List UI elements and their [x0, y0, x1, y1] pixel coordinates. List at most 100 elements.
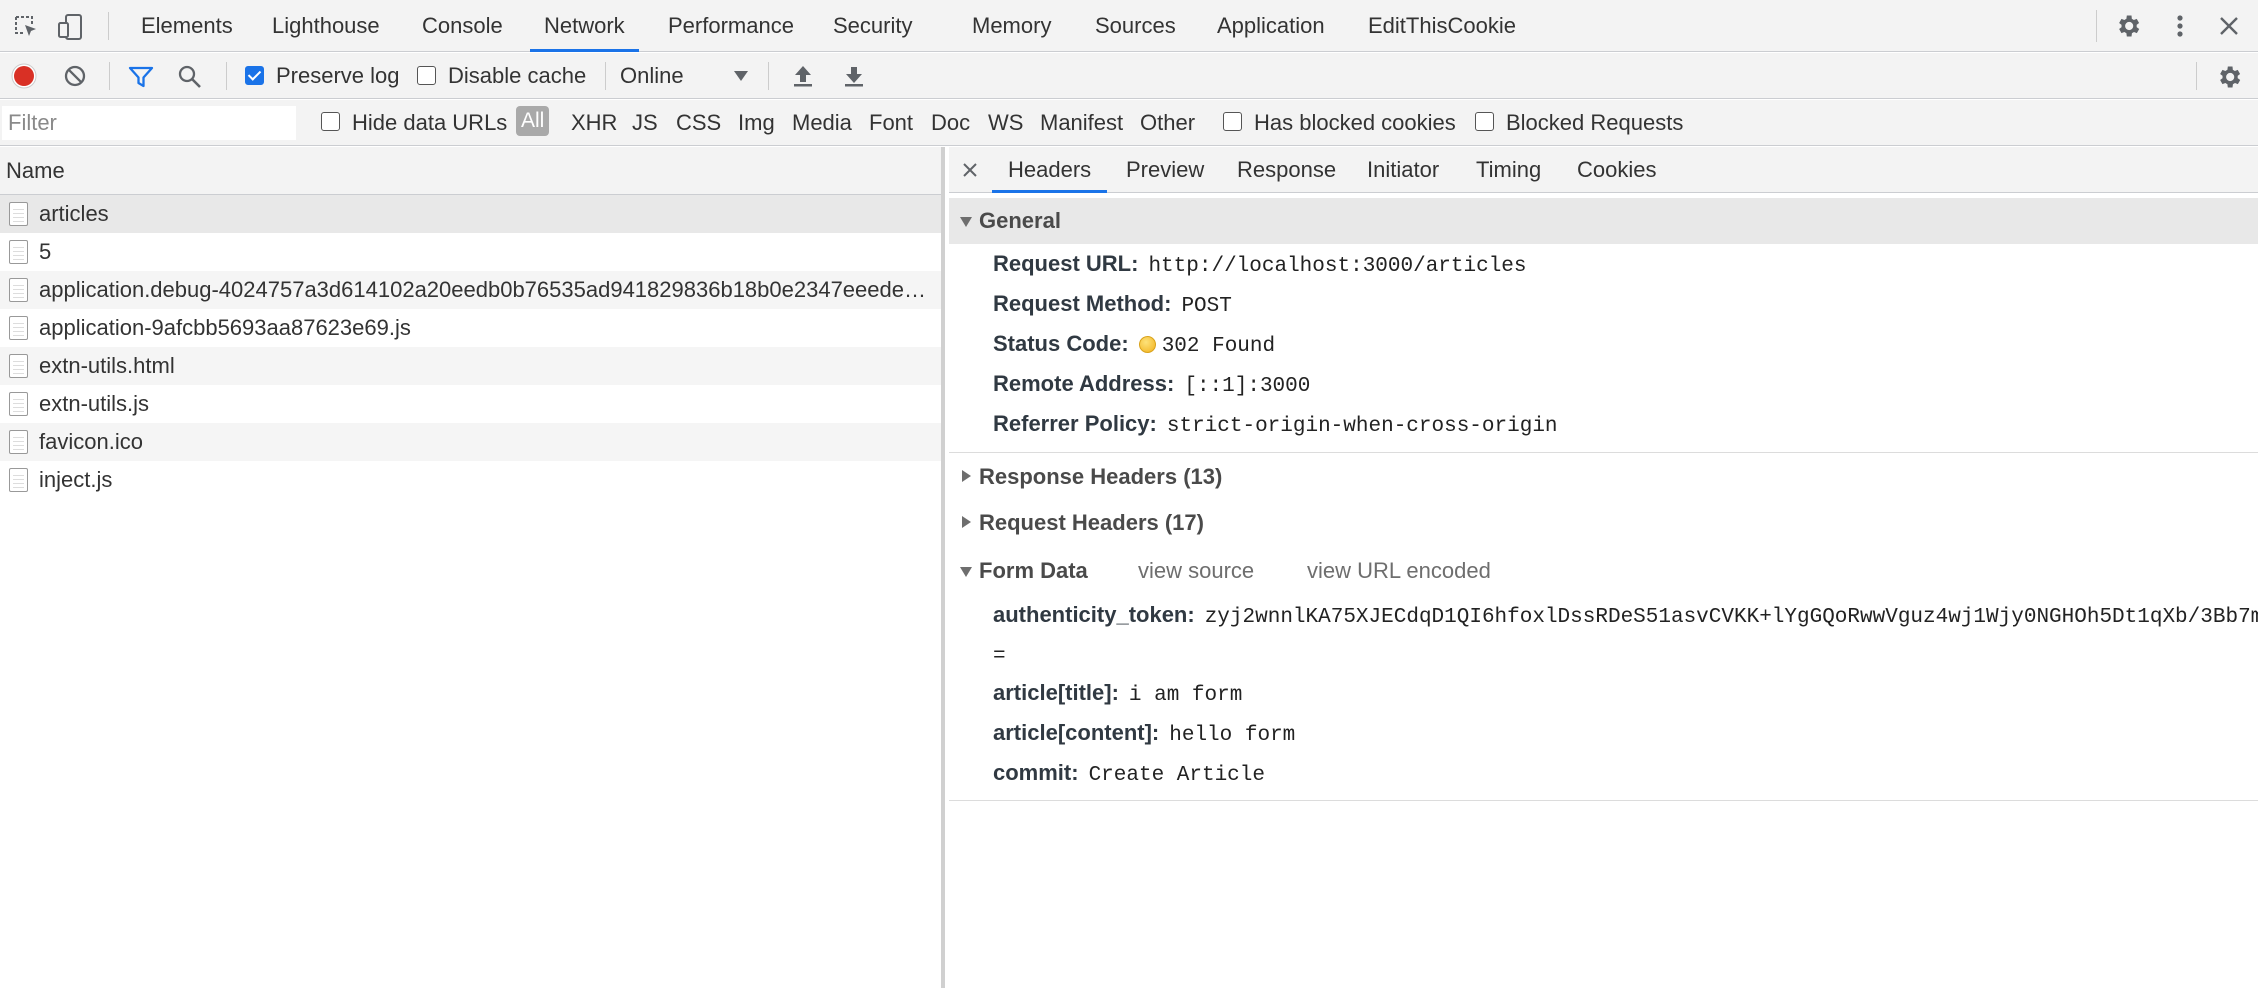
article-title-label: article[title]:	[993, 680, 1119, 705]
tab-performance[interactable]: Performance	[668, 0, 794, 52]
blocked-requests-checkbox[interactable]	[1475, 112, 1494, 131]
tab-editthiscookie[interactable]: EditThisCookie	[1368, 0, 1516, 52]
commit-label: commit:	[993, 760, 1079, 785]
filter-icon[interactable]	[128, 64, 154, 90]
referrer-policy-label: Referrer Policy:	[993, 411, 1157, 436]
tab-preview[interactable]: Preview	[1126, 147, 1204, 193]
network-toolbar: Preserve log Disable cache Online	[0, 53, 2258, 99]
request-row[interactable]: favicon.ico	[0, 423, 941, 461]
request-url-row: Request URL: http://localhost:3000/articl…	[993, 244, 1527, 284]
filter-type-manifest[interactable]: Manifest	[1040, 100, 1123, 146]
export-har-icon[interactable]	[843, 63, 865, 89]
name-column-header[interactable]: Name	[0, 147, 941, 195]
request-row[interactable]: extn-utils.html	[0, 347, 941, 385]
tab-network[interactable]: Network	[530, 0, 639, 52]
filter-type-all[interactable]: All	[516, 106, 550, 136]
request-list-pane: Name articles 5 application.debug-402475…	[0, 147, 945, 988]
status-code-row: Status Code: 302 Found	[993, 324, 1275, 364]
device-toolbar-icon[interactable]	[56, 12, 86, 42]
tab-lighthouse[interactable]: Lighthouse	[272, 0, 380, 52]
referrer-policy-value: strict-origin-when-cross-origin	[1166, 415, 1558, 438]
tab-timing[interactable]: Timing	[1476, 147, 1541, 193]
request-row[interactable]: application.debug-4024757a3d614102a20eed…	[0, 271, 941, 309]
general-section-header[interactable]: General	[949, 198, 2258, 244]
response-headers-section-header[interactable]: Response Headers (13)	[949, 454, 2258, 500]
section-divider	[949, 800, 2258, 801]
tab-elements[interactable]: Elements	[141, 0, 233, 52]
settings-gear-icon[interactable]	[2114, 12, 2142, 40]
tab-headers[interactable]: Headers	[991, 147, 1108, 193]
toolbar-separator	[605, 62, 606, 90]
search-icon[interactable]	[177, 64, 203, 90]
remote-address-row: Remote Address: [::1]:3000	[993, 364, 1310, 404]
filter-type-font[interactable]: Font	[869, 100, 913, 146]
record-icon[interactable]	[11, 63, 37, 89]
tab-cookies[interactable]: Cookies	[1577, 147, 1656, 193]
inspect-element-icon[interactable]	[12, 13, 40, 41]
request-headers-title: Request Headers (17)	[979, 510, 1204, 535]
tab-response[interactable]: Response	[1237, 147, 1336, 193]
request-row[interactable]: 5	[0, 233, 941, 271]
preserve-log-label[interactable]: Preserve log	[276, 53, 400, 99]
view-url-encoded-link[interactable]: view URL encoded	[1307, 548, 1491, 594]
network-settings-gear-icon[interactable]	[2215, 63, 2243, 91]
disable-cache-label[interactable]: Disable cache	[448, 53, 586, 99]
request-name: articles	[39, 201, 109, 226]
tab-application[interactable]: Application	[1217, 0, 1325, 52]
filter-type-css[interactable]: CSS	[676, 100, 721, 146]
article-content-label: article[content]:	[993, 720, 1160, 745]
remote-address-label: Remote Address:	[993, 371, 1175, 396]
filter-type-other[interactable]: Other	[1140, 100, 1195, 146]
request-method-label: Request Method:	[993, 291, 1172, 316]
import-har-icon[interactable]	[792, 63, 814, 89]
chevron-down-icon[interactable]	[733, 70, 749, 82]
authenticity-token-wrap: =	[993, 634, 1006, 674]
request-name: favicon.ico	[39, 429, 143, 454]
tab-console[interactable]: Console	[422, 0, 503, 52]
request-row[interactable]: inject.js	[0, 461, 941, 499]
hide-data-urls-checkbox[interactable]	[321, 112, 340, 131]
filter-type-js[interactable]: JS	[632, 100, 658, 146]
request-method-value: POST	[1181, 295, 1232, 318]
more-options-icon[interactable]	[2168, 12, 2192, 40]
blocked-requests-label[interactable]: Blocked Requests	[1506, 100, 1683, 146]
filter-type-xhr[interactable]: XHR	[571, 100, 617, 146]
request-row[interactable]: application-9afcbb5693aa87623e69.js	[0, 309, 941, 347]
general-section-title: General	[979, 208, 1061, 233]
view-source-link[interactable]: view source	[1138, 548, 1254, 594]
collapsed-triangle-icon	[962, 516, 971, 528]
has-blocked-cookies-label[interactable]: Has blocked cookies	[1254, 100, 1456, 146]
has-blocked-cookies-checkbox[interactable]	[1223, 112, 1242, 131]
document-icon	[9, 468, 28, 492]
collapsed-triangle-icon	[962, 470, 971, 482]
filter-type-media[interactable]: Media	[792, 100, 852, 146]
tab-memory[interactable]: Memory	[972, 0, 1051, 52]
expanded-triangle-icon	[960, 567, 972, 577]
referrer-policy-row: Referrer Policy: strict-origin-when-cross…	[993, 404, 1558, 444]
preserve-log-checkbox[interactable]	[245, 66, 264, 85]
tab-sources[interactable]: Sources	[1095, 0, 1176, 52]
document-icon	[9, 278, 28, 302]
toolbar-separator	[2196, 62, 2197, 90]
throttling-select[interactable]: Online	[620, 53, 684, 99]
devtools-main-tabbar: Elements Lighthouse Console Network Perf…	[0, 0, 2258, 52]
toolbar-separator	[768, 62, 769, 90]
close-detail-icon[interactable]	[963, 163, 977, 177]
document-icon	[9, 354, 28, 378]
disable-cache-checkbox[interactable]	[417, 66, 436, 85]
tab-initiator[interactable]: Initiator	[1367, 147, 1439, 193]
request-row[interactable]: extn-utils.js	[0, 385, 941, 423]
filter-type-ws[interactable]: WS	[988, 100, 1023, 146]
request-row[interactable]: articles	[0, 195, 941, 233]
clear-icon[interactable]	[63, 64, 87, 88]
tab-security[interactable]: Security	[833, 0, 912, 52]
filter-input[interactable]	[2, 106, 296, 140]
hide-data-urls-label[interactable]: Hide data URLs	[352, 100, 507, 146]
article-title-row: article[title]: i am form	[993, 673, 1242, 713]
document-icon	[9, 392, 28, 416]
filter-type-img[interactable]: Img	[738, 100, 775, 146]
request-headers-section-header[interactable]: Request Headers (17)	[949, 500, 2258, 546]
request-name: extn-utils.html	[39, 353, 175, 378]
filter-type-doc[interactable]: Doc	[931, 100, 970, 146]
close-devtools-icon[interactable]	[2217, 14, 2241, 38]
